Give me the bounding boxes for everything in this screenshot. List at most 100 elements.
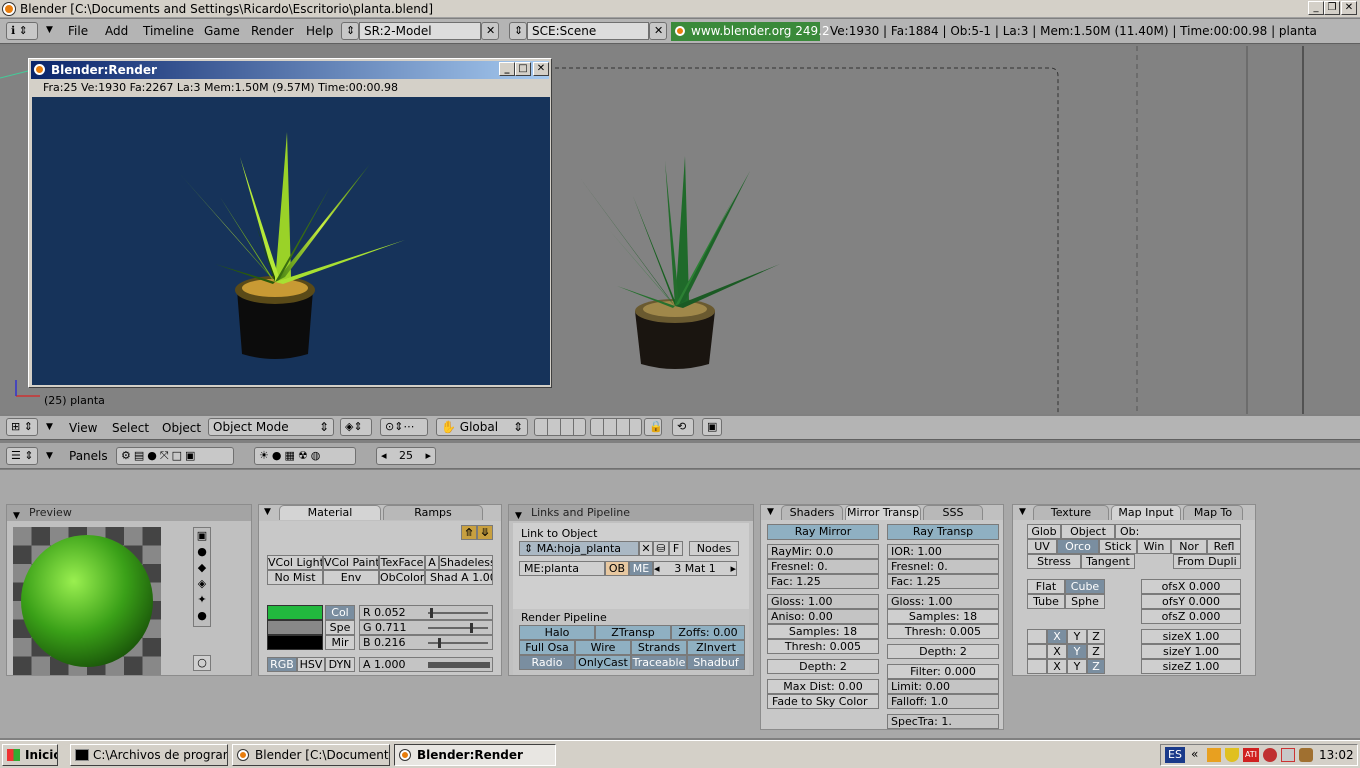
paste-button[interactable]: ⤋ bbox=[477, 525, 493, 540]
collapse-icon[interactable]: ▼ bbox=[46, 422, 53, 432]
env-button[interactable]: Env bbox=[323, 570, 379, 585]
object-button[interactable]: Object bbox=[1061, 524, 1115, 539]
collapse-icon[interactable]: ▼ bbox=[264, 507, 271, 517]
mesh-field[interactable]: ME:planta bbox=[519, 561, 605, 576]
spe-swatch[interactable] bbox=[267, 620, 323, 635]
layer-buttons-2[interactable] bbox=[590, 418, 642, 436]
tab-sss[interactable]: SSS bbox=[923, 505, 983, 520]
collapse-icon[interactable]: ▼ bbox=[515, 508, 522, 524]
scene-delete-button[interactable]: ✕ bbox=[649, 22, 667, 40]
sphe-button[interactable]: Sphe bbox=[1065, 594, 1105, 609]
scene-field[interactable]: SCE:Scene bbox=[527, 22, 649, 40]
proj-x-row1-x[interactable]: X bbox=[1047, 629, 1067, 644]
security-icon[interactable] bbox=[1281, 748, 1295, 762]
editor-type-button[interactable]: ⊞ ⇕ bbox=[6, 418, 38, 436]
menu-file[interactable]: File bbox=[68, 20, 88, 42]
ob-field[interactable]: Ob: bbox=[1115, 524, 1241, 539]
material-browse-field[interactable]: ⇕ MA:hoja_planta bbox=[519, 541, 639, 556]
samples-tra-field[interactable]: Samples: 18 bbox=[887, 609, 999, 624]
lock-button[interactable]: 🔒 bbox=[644, 418, 662, 436]
wire-button[interactable]: Wire bbox=[575, 640, 631, 655]
traceable-button[interactable]: Traceable bbox=[631, 655, 687, 670]
layer-buttons-1[interactable] bbox=[534, 418, 586, 436]
taskbar-item-console[interactable]: C:\Archivos de programa... bbox=[70, 744, 228, 766]
vcol-paint-button[interactable]: VCol Paint bbox=[323, 555, 379, 570]
context-buttons[interactable]: ⚙▤●⤧□▣ bbox=[116, 447, 234, 465]
taskbar-item-render[interactable]: Blender:Render bbox=[394, 744, 556, 766]
proj-x-row1-z[interactable]: Z bbox=[1087, 629, 1105, 644]
raymir-slider[interactable]: RayMir: 0.0 bbox=[767, 544, 879, 559]
obcolor-button[interactable]: ObColor bbox=[379, 570, 425, 585]
thresh-tra-field[interactable]: Thresh: 0.005 bbox=[887, 624, 999, 639]
blue-slider[interactable]: B 0.216 bbox=[359, 635, 493, 650]
copy-button[interactable]: ⤊ bbox=[461, 525, 477, 540]
me-link-button[interactable]: ME bbox=[629, 561, 653, 576]
menu-timeline[interactable]: Timeline bbox=[143, 20, 194, 42]
render-minimize-button[interactable]: _ bbox=[499, 62, 515, 76]
minimize-button[interactable]: _ bbox=[1308, 1, 1324, 15]
proj-z-row3-z[interactable]: Z bbox=[1087, 659, 1105, 674]
ray-transp-button[interactable]: Ray Transp bbox=[887, 524, 999, 540]
alpha-slider[interactable]: A 1.000 bbox=[359, 657, 493, 672]
preview-type-buttons[interactable]: ▣ ● ◆ ◈ ✦ ● bbox=[193, 527, 211, 627]
from-dupli-button[interactable]: From Dupli bbox=[1173, 554, 1241, 569]
orco-button[interactable]: Orco bbox=[1057, 539, 1099, 554]
shadeless-button[interactable]: Shadeless bbox=[439, 555, 493, 570]
menu-object[interactable]: Object bbox=[162, 417, 201, 439]
mat-index-field[interactable]: ◂ 3 Mat 1 ▸ bbox=[653, 561, 737, 576]
spe-button[interactable]: Spe bbox=[325, 620, 355, 635]
ofsx-field[interactable]: ofsX 0.000 bbox=[1141, 579, 1241, 594]
refl-button[interactable]: Refl bbox=[1207, 539, 1241, 554]
shad-alpha-field[interactable]: Shad A 1.00 bbox=[425, 570, 493, 585]
language-indicator[interactable]: ES bbox=[1165, 747, 1185, 763]
fac-mir-slider[interactable]: Fac: 1.25 bbox=[767, 574, 879, 589]
fac-tra-slider[interactable]: Fac: 1.25 bbox=[887, 574, 999, 589]
unlink-material-button[interactable]: ✕ bbox=[639, 541, 653, 556]
red-slider[interactable]: R 0.052 bbox=[359, 605, 493, 620]
collapse-icon[interactable]: ▼ bbox=[46, 25, 53, 35]
rgb-mode-button[interactable]: RGB bbox=[267, 657, 297, 672]
green-slider[interactable]: G 0.711 bbox=[359, 620, 493, 635]
proj-z-row3-y[interactable]: Y bbox=[1067, 659, 1087, 674]
menu-help[interactable]: Help bbox=[306, 20, 333, 42]
close-button[interactable]: ✕ bbox=[1341, 1, 1357, 15]
collapse-icon[interactable]: ▼ bbox=[1019, 507, 1026, 517]
ior-slider[interactable]: IOR: 1.00 bbox=[887, 544, 999, 559]
render-view-button[interactable]: ▣ bbox=[702, 418, 722, 436]
render-maximize-button[interactable]: □ bbox=[515, 62, 531, 76]
draw-type-button[interactable]: ◈⇕ bbox=[340, 418, 372, 436]
falloff-slider[interactable]: Falloff: 1.0 bbox=[887, 694, 999, 709]
render-close-button[interactable]: ✕ bbox=[533, 62, 549, 76]
glob-button[interactable]: Glob bbox=[1027, 524, 1061, 539]
strands-button[interactable]: Strands bbox=[631, 640, 687, 655]
stress-button[interactable]: Stress bbox=[1027, 554, 1081, 569]
fade-to-sky-dropdown[interactable]: Fade to Sky Color bbox=[767, 694, 879, 709]
full-osa-button[interactable]: Full Osa bbox=[519, 640, 575, 655]
occlusion-button[interactable]: ⟲ bbox=[672, 418, 694, 436]
mode-dropdown[interactable]: Object Mode ⇕ bbox=[208, 418, 334, 436]
gloss-tra-slider[interactable]: Gloss: 1.00 bbox=[887, 594, 999, 609]
tab-ramps[interactable]: Ramps bbox=[383, 505, 483, 520]
ztransp-button[interactable]: ZTransp bbox=[595, 625, 671, 640]
fake-user-button[interactable]: F bbox=[669, 541, 683, 556]
sizey-field[interactable]: sizeY 1.00 bbox=[1141, 644, 1241, 659]
tube-button[interactable]: Tube bbox=[1027, 594, 1065, 609]
fresnel-mir-slider[interactable]: Fresnel: 0. bbox=[767, 559, 879, 574]
fresnel-tra-slider[interactable]: Fresnel: 0. bbox=[887, 559, 999, 574]
proj-y-row2-x[interactable]: X bbox=[1047, 644, 1067, 659]
preview-option-button[interactable]: ○ bbox=[193, 655, 211, 671]
onlycast-button[interactable]: OnlyCast bbox=[575, 655, 631, 670]
win-button[interactable]: Win bbox=[1137, 539, 1171, 554]
uv-button[interactable]: UV bbox=[1027, 539, 1057, 554]
restore-button[interactable]: ❐ bbox=[1324, 1, 1340, 15]
limit-slider[interactable]: Limit: 0.00 bbox=[887, 679, 999, 694]
ray-mirror-button[interactable]: Ray Mirror bbox=[767, 524, 879, 540]
thresh-mir-field[interactable]: Thresh: 0.005 bbox=[767, 639, 879, 654]
taskbar-item-blender[interactable]: Blender [C:\Documents a... bbox=[232, 744, 390, 766]
texface-alpha-button[interactable]: A bbox=[425, 555, 439, 570]
gloss-mir-slider[interactable]: Gloss: 1.00 bbox=[767, 594, 879, 609]
proj-z-row3-blank[interactable] bbox=[1027, 659, 1047, 674]
sizez-field[interactable]: sizeZ 1.00 bbox=[1141, 659, 1241, 674]
ofsy-field[interactable]: ofsY 0.000 bbox=[1141, 594, 1241, 609]
hsv-mode-button[interactable]: HSV bbox=[297, 657, 325, 672]
